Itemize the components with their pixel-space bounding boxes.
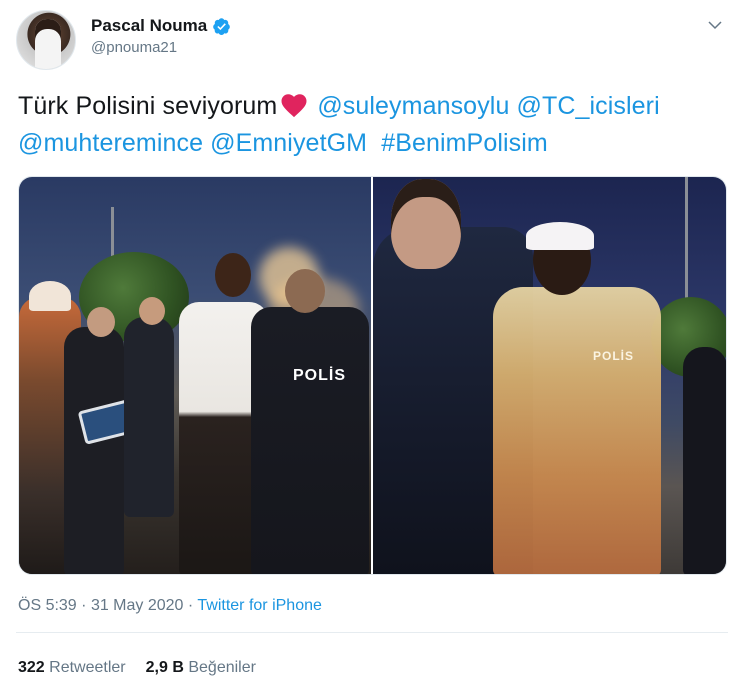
tweet-source-link[interactable]: Twitter for iPhone [197, 597, 322, 614]
mention-link[interactable]: @suleymansoylu [317, 92, 509, 120]
tweet-stats: 322 Retweetler 2,9 B Beğeniler [18, 659, 256, 677]
retweets-label: Retweetler [49, 659, 126, 676]
chevron-down-icon[interactable] [706, 16, 724, 34]
tweet-time[interactable]: ÖS 5:39 [18, 597, 77, 614]
mention-link[interactable]: @muhteremince [18, 129, 203, 157]
verified-badge-icon [213, 17, 231, 35]
display-name[interactable]: Pascal Nouma [91, 16, 207, 36]
police-vest-label: POLİS [593, 349, 635, 363]
likes-stat[interactable]: 2,9 B Beğeniler [146, 659, 256, 677]
avatar[interactable] [16, 10, 76, 70]
meta-separator: · [187, 597, 194, 614]
tweet-date[interactable]: 31 May 2020 [91, 597, 184, 614]
hashtag-link[interactable]: #BenimPolisim [381, 129, 548, 157]
retweets-count: 322 [18, 659, 45, 676]
tweet-media[interactable]: POLİS POLİS [18, 176, 727, 575]
photo-left[interactable]: POLİS [19, 177, 371, 574]
divider [16, 632, 728, 633]
tweet-text: Türk Polisini seviyorum @suleymansoylu @T… [18, 88, 730, 162]
tweet-meta: ÖS 5:39 · 31 May 2020 · Twitter for iPho… [18, 597, 322, 615]
police-back-label: POLİS [293, 367, 347, 384]
tweet-text-prefix: Türk Polisini seviyorum [18, 92, 278, 120]
meta-separator: · [81, 597, 87, 614]
mention-link[interactable]: @EmniyetGM [210, 129, 367, 157]
heart-icon [281, 94, 307, 118]
author-info[interactable]: Pascal Nouma @pnouma21 [91, 16, 231, 56]
likes-count: 2,9 B [145, 659, 184, 676]
user-handle[interactable]: @pnouma21 [91, 39, 231, 56]
photo-right[interactable]: POLİS [373, 177, 726, 574]
mention-link[interactable]: @TC_icisleri [517, 92, 660, 120]
retweets-stat[interactable]: 322 Retweetler [18, 659, 126, 677]
likes-label: Beğeniler [188, 659, 256, 676]
tweet-header: Pascal Nouma @pnouma21 [16, 8, 728, 72]
